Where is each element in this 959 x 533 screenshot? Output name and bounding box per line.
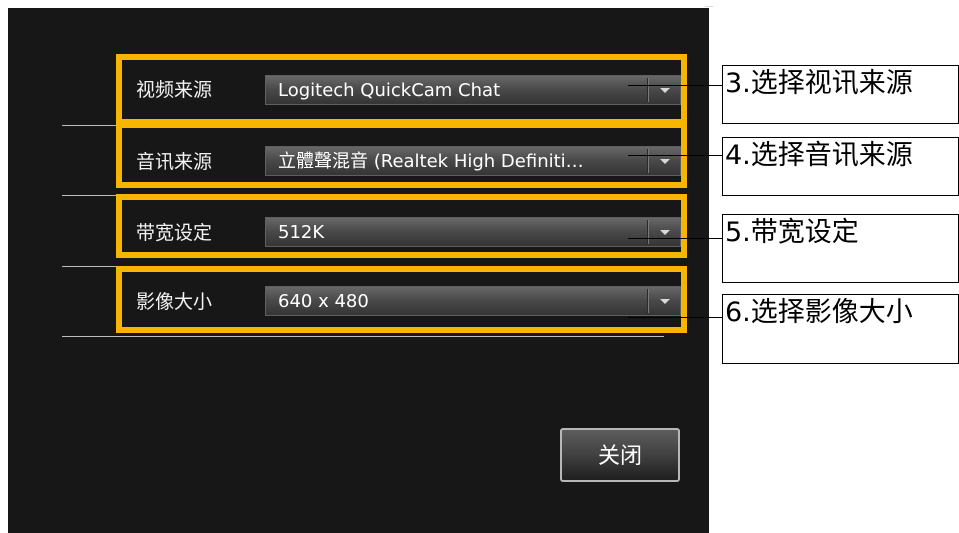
annotation-bandwidth: 5.带宽设定 — [722, 214, 959, 283]
video-source-value: Logitech QuickCam Chat — [278, 80, 501, 101]
audio-source-label: 音讯来源 — [136, 151, 213, 173]
dropdown-separator — [647, 220, 648, 244]
audio-source-value: 立體聲混音 (Realtek High Definiti… — [278, 151, 584, 172]
section-divider — [62, 336, 664, 337]
chevron-down-icon — [660, 88, 670, 93]
annotation-audio-source: 4.选择音讯来源 — [722, 137, 959, 196]
panel-corner-mark — [705, 6, 713, 7]
bandwidth-label: 带宽设定 — [136, 222, 213, 244]
video-source-label: 视频来源 — [136, 79, 213, 101]
close-button[interactable]: 关闭 — [560, 428, 680, 482]
chevron-down-icon — [660, 230, 670, 235]
callout-line-image-size — [628, 317, 722, 318]
bandwidth-select[interactable]: 512K — [265, 217, 681, 247]
dropdown-separator — [647, 289, 648, 313]
section-divider — [62, 195, 120, 196]
video-source-select[interactable]: Logitech QuickCam Chat — [265, 75, 681, 105]
image-size-select[interactable]: 640 x 480 — [265, 286, 681, 316]
annotation-video-source: 3.选择视讯来源 — [722, 65, 959, 124]
audio-source-select[interactable]: 立體聲混音 (Realtek High Definiti… — [265, 146, 681, 176]
chevron-down-icon — [660, 159, 670, 164]
dropdown-separator — [647, 149, 648, 173]
image-size-label: 影像大小 — [136, 291, 213, 313]
dropdown-separator — [647, 78, 648, 102]
section-divider — [62, 266, 120, 267]
callout-line-bandwidth — [628, 238, 722, 239]
image-size-value: 640 x 480 — [278, 291, 369, 312]
section-divider — [62, 125, 120, 126]
callout-line-video-source — [628, 85, 722, 86]
annotation-image-size: 6.选择影像大小 — [722, 294, 959, 364]
bandwidth-value: 512K — [278, 222, 325, 243]
callout-line-audio-source — [628, 155, 722, 156]
chevron-down-icon — [660, 299, 670, 304]
